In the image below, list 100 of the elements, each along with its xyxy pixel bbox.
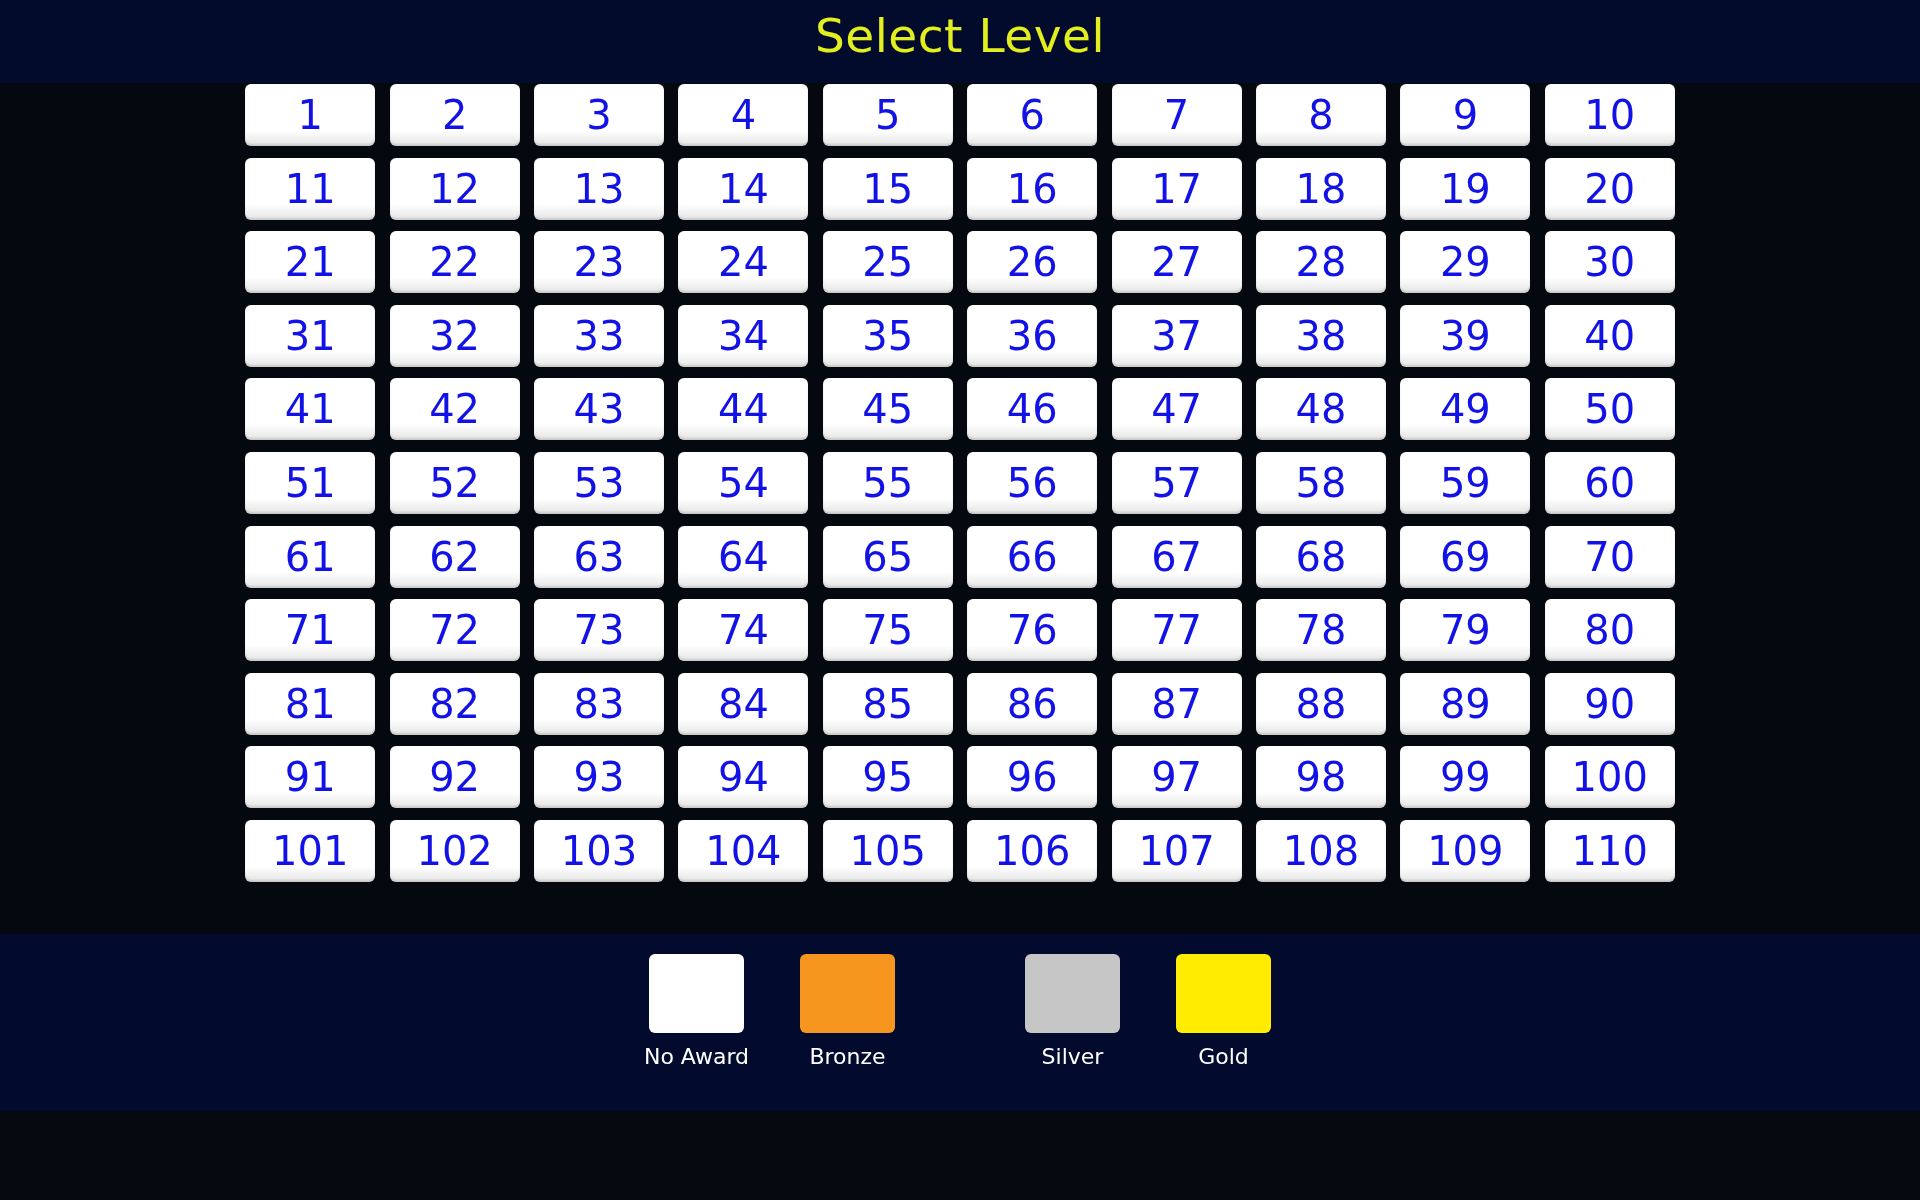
level-button[interactable]: 45 xyxy=(822,378,953,441)
level-button[interactable]: 35 xyxy=(822,304,953,367)
level-button[interactable]: 87 xyxy=(1111,672,1242,735)
level-button[interactable]: 47 xyxy=(1111,378,1242,441)
level-button[interactable]: 89 xyxy=(1400,672,1531,735)
level-button[interactable]: 32 xyxy=(389,304,520,367)
level-button[interactable]: 55 xyxy=(822,451,953,514)
level-button[interactable]: 60 xyxy=(1544,451,1675,514)
level-button[interactable]: 33 xyxy=(534,304,664,367)
level-button[interactable]: 93 xyxy=(534,746,664,809)
level-button[interactable]: 77 xyxy=(1111,599,1242,662)
level-button[interactable]: 69 xyxy=(1400,525,1531,588)
level-button[interactable]: 2 xyxy=(389,84,520,146)
level-button[interactable]: 4 xyxy=(678,84,809,146)
level-button[interactable]: 64 xyxy=(678,525,809,588)
level-button[interactable]: 14 xyxy=(678,157,809,220)
level-button[interactable]: 84 xyxy=(678,672,809,735)
level-button[interactable]: 57 xyxy=(1111,451,1242,514)
level-button[interactable]: 44 xyxy=(678,378,809,441)
level-button[interactable]: 36 xyxy=(967,304,1098,367)
level-button[interactable]: 53 xyxy=(534,451,664,514)
level-button[interactable]: 12 xyxy=(389,157,520,220)
level-button[interactable]: 16 xyxy=(967,157,1098,220)
level-button[interactable]: 75 xyxy=(822,599,953,662)
level-button[interactable]: 110 xyxy=(1544,819,1675,882)
level-button[interactable]: 65 xyxy=(822,525,953,588)
level-button[interactable]: 70 xyxy=(1544,525,1675,588)
level-button[interactable]: 21 xyxy=(245,231,376,294)
level-button[interactable]: 31 xyxy=(245,304,376,367)
level-button[interactable]: 29 xyxy=(1400,231,1531,294)
level-button[interactable]: 90 xyxy=(1544,672,1675,735)
level-button[interactable]: 51 xyxy=(245,451,376,514)
level-button[interactable]: 56 xyxy=(967,451,1098,514)
level-button[interactable]: 92 xyxy=(389,746,520,809)
level-button[interactable]: 82 xyxy=(389,672,520,735)
level-button[interactable]: 86 xyxy=(967,672,1098,735)
level-button[interactable]: 105 xyxy=(822,819,953,882)
level-button[interactable]: 50 xyxy=(1544,378,1675,441)
level-button[interactable]: 48 xyxy=(1255,378,1386,441)
level-button[interactable]: 104 xyxy=(678,819,809,882)
level-button[interactable]: 106 xyxy=(967,819,1098,882)
level-button[interactable]: 19 xyxy=(1400,157,1531,220)
level-button[interactable]: 9 xyxy=(1400,84,1531,146)
level-button[interactable]: 28 xyxy=(1255,231,1386,294)
level-button[interactable]: 24 xyxy=(678,231,809,294)
level-button[interactable]: 41 xyxy=(245,378,376,441)
level-button[interactable]: 63 xyxy=(534,525,664,588)
level-button[interactable]: 61 xyxy=(245,525,376,588)
level-button[interactable]: 1 xyxy=(245,84,376,146)
level-button[interactable]: 99 xyxy=(1400,746,1531,809)
level-button[interactable]: 52 xyxy=(389,451,520,514)
level-button[interactable]: 58 xyxy=(1255,451,1386,514)
level-button[interactable]: 100 xyxy=(1544,746,1675,809)
level-button[interactable]: 3 xyxy=(534,84,664,146)
level-button[interactable]: 22 xyxy=(389,231,520,294)
level-button[interactable]: 98 xyxy=(1255,746,1386,809)
level-button[interactable]: 79 xyxy=(1400,599,1531,662)
level-button[interactable]: 49 xyxy=(1400,378,1531,441)
level-button[interactable]: 40 xyxy=(1544,304,1675,367)
level-button[interactable]: 68 xyxy=(1255,525,1386,588)
level-button[interactable]: 7 xyxy=(1111,84,1242,146)
level-button[interactable]: 96 xyxy=(967,746,1098,809)
level-button[interactable]: 27 xyxy=(1111,231,1242,294)
level-button[interactable]: 8 xyxy=(1255,84,1386,146)
level-button[interactable]: 37 xyxy=(1111,304,1242,367)
level-button[interactable]: 39 xyxy=(1400,304,1531,367)
level-button[interactable]: 30 xyxy=(1544,231,1675,294)
level-button[interactable]: 81 xyxy=(245,672,376,735)
level-button[interactable]: 97 xyxy=(1111,746,1242,809)
level-button[interactable]: 11 xyxy=(245,157,376,220)
level-button[interactable]: 95 xyxy=(822,746,953,809)
level-button[interactable]: 46 xyxy=(967,378,1098,441)
level-button[interactable]: 66 xyxy=(967,525,1098,588)
level-button[interactable]: 78 xyxy=(1255,599,1386,662)
level-button[interactable]: 103 xyxy=(534,819,664,882)
level-button[interactable]: 26 xyxy=(967,231,1098,294)
level-button[interactable]: 62 xyxy=(389,525,520,588)
level-button[interactable]: 76 xyxy=(967,599,1098,662)
level-button[interactable]: 102 xyxy=(389,819,520,882)
level-button[interactable]: 54 xyxy=(678,451,809,514)
level-button[interactable]: 80 xyxy=(1544,599,1675,662)
level-button[interactable]: 43 xyxy=(534,378,664,441)
level-button[interactable]: 25 xyxy=(822,231,953,294)
level-button[interactable]: 6 xyxy=(967,84,1098,146)
level-button[interactable]: 59 xyxy=(1400,451,1531,514)
level-button[interactable]: 91 xyxy=(245,746,376,809)
level-button[interactable]: 101 xyxy=(245,819,376,882)
level-button[interactable]: 13 xyxy=(534,157,664,220)
level-button[interactable]: 10 xyxy=(1544,84,1675,146)
level-button[interactable]: 15 xyxy=(822,157,953,220)
level-button[interactable]: 23 xyxy=(534,231,664,294)
level-button[interactable]: 34 xyxy=(678,304,809,367)
level-button[interactable]: 85 xyxy=(822,672,953,735)
level-button[interactable]: 20 xyxy=(1544,157,1675,220)
level-button[interactable]: 67 xyxy=(1111,525,1242,588)
level-button[interactable]: 18 xyxy=(1255,157,1386,220)
level-button[interactable]: 42 xyxy=(389,378,520,441)
level-button[interactable]: 74 xyxy=(678,599,809,662)
level-button[interactable]: 38 xyxy=(1255,304,1386,367)
level-button[interactable]: 94 xyxy=(678,746,809,809)
